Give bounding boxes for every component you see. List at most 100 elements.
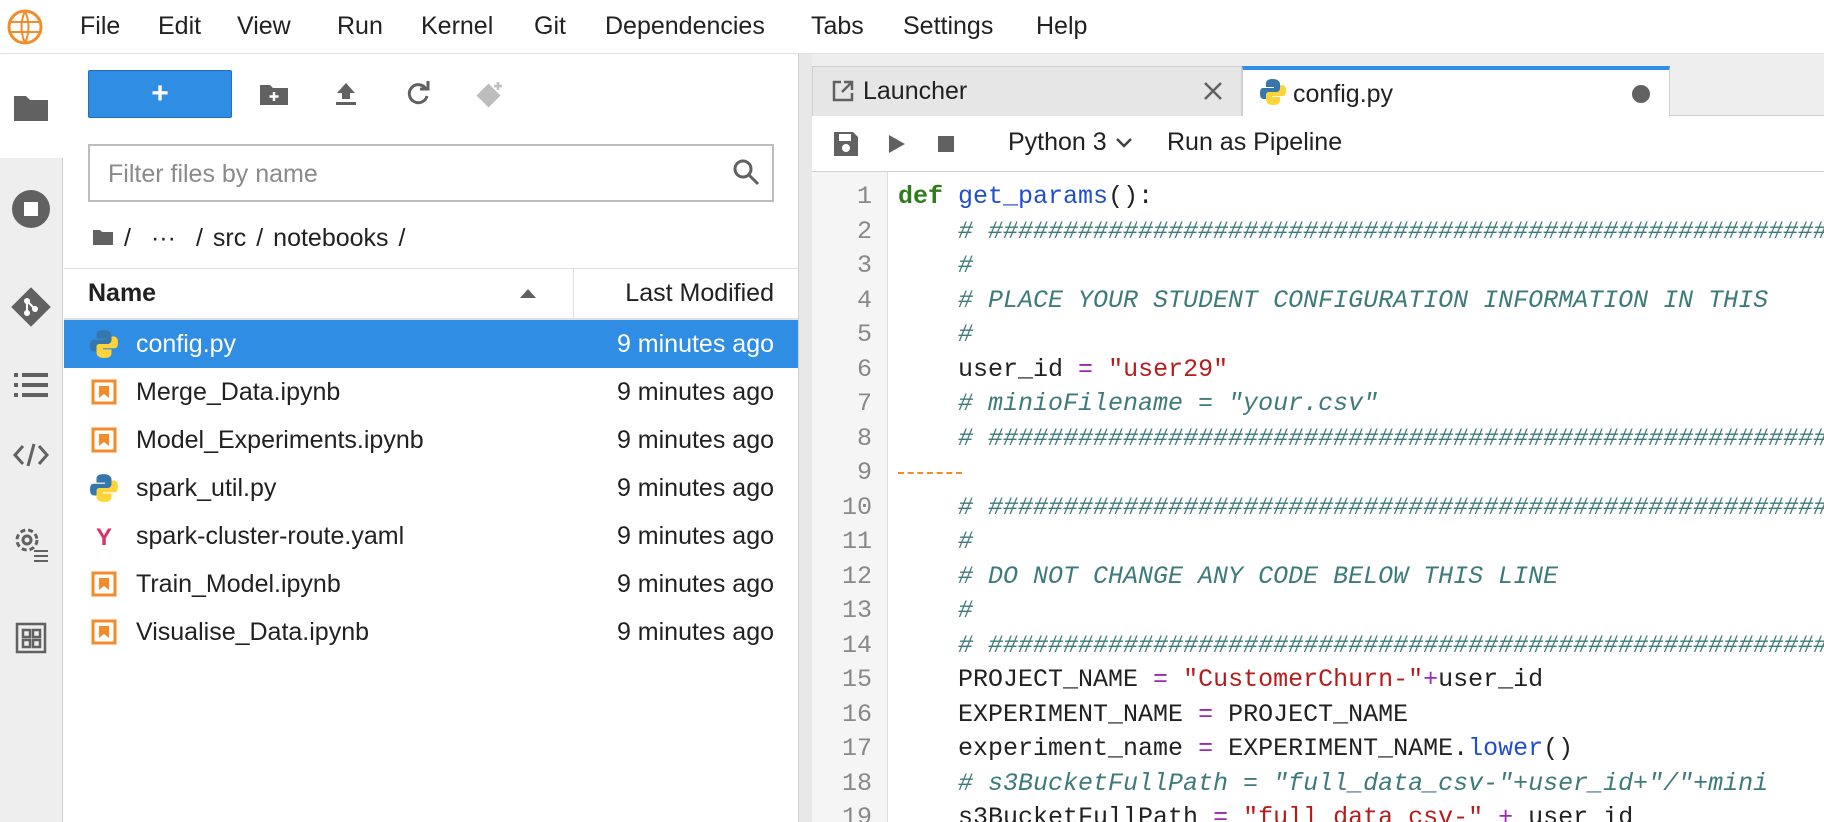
menu-dependencies[interactable]: Dependencies <box>605 12 765 41</box>
menu-file[interactable]: File <box>80 12 120 41</box>
notebook-file-icon <box>89 425 119 455</box>
code-text: # PLACE YOUR STUDENT CONFIGURATION INFOR… <box>958 285 1769 315</box>
breadcrumb-separator: / <box>398 223 406 252</box>
column-divider <box>573 269 574 319</box>
yaml-file-icon: Y <box>89 521 119 551</box>
new-launcher-button[interactable]: + <box>88 70 232 118</box>
unsaved-dot-icon[interactable] <box>1629 82 1653 106</box>
kernel-select[interactable]: Python 3 <box>1008 128 1133 157</box>
line-number: 6 <box>856 354 872 384</box>
python-file-icon <box>89 473 119 503</box>
plus-icon: + <box>151 77 169 110</box>
file-row[interactable]: Model_Experiments.ipynb 9 minutes ago <box>64 416 798 464</box>
code-line: 9 <box>812 456 1824 490</box>
activity-bar <box>0 54 63 822</box>
line-number: 17 <box>841 734 872 763</box>
line-number: 14 <box>841 630 872 660</box>
refresh-icon <box>407 81 430 105</box>
line-number: 8 <box>856 423 872 453</box>
file-name: Merge_Data.ipynb <box>136 378 341 406</box>
code-line: 11 # <box>812 525 1824 559</box>
code-line: 13 # <box>812 594 1824 628</box>
line-number: 1 <box>856 182 872 211</box>
run-as-pipeline-button[interactable]: Run as Pipeline <box>1167 128 1342 157</box>
code-line: 2 # ####################################… <box>812 215 1824 249</box>
column-name-header[interactable]: Name <box>88 279 156 308</box>
folder-icon[interactable] <box>10 86 52 128</box>
new-folder-button[interactable] <box>256 76 292 112</box>
file-row[interactable]: Merge_Data.ipynb 9 minutes ago <box>64 368 798 416</box>
stop-button[interactable] <box>932 130 960 158</box>
refresh-button[interactable] <box>400 76 436 112</box>
code-text: PROJECT_NAME = "CustomerChurn-"+user_id <box>898 665 1544 694</box>
code-snippets-icon[interactable] <box>10 434 52 476</box>
menu-bar: File Edit View Run Kernel Git Dependenci… <box>0 0 1824 54</box>
menu-view[interactable]: View <box>237 12 291 41</box>
breadcrumb: / ··· / src / notebooks / <box>92 218 406 258</box>
tab-config-py[interactable]: config.py <box>1242 66 1670 117</box>
file-name: spark-cluster-route.yaml <box>136 522 405 550</box>
breadcrumb-ellipsis[interactable]: ··· <box>151 224 176 253</box>
breadcrumb-src[interactable]: src <box>213 224 246 253</box>
upload-icon <box>336 83 356 105</box>
line-number: 10 <box>841 492 872 522</box>
fold-marker <box>898 472 962 474</box>
close-icon[interactable] <box>1201 79 1225 103</box>
file-row[interactable]: Train_Model.ipynb 9 minutes ago <box>64 560 798 608</box>
tab-launcher-label: Launcher <box>863 77 968 105</box>
file-filter-field[interactable] <box>88 144 774 202</box>
new-folder-icon <box>260 85 288 105</box>
code-text: experiment_name = EXPERIMENT_NAME.lower(… <box>898 734 1574 763</box>
menu-run[interactable]: Run <box>337 12 383 41</box>
file-name: spark_util.py <box>136 474 277 502</box>
run-button[interactable] <box>882 130 910 158</box>
code-line: 12 # DO NOT CHANGE ANY CODE BELOW THIS L… <box>812 560 1824 594</box>
component-catalog-icon[interactable] <box>10 617 52 659</box>
code-line: 6 user_id = "user29" <box>812 353 1824 387</box>
kernel-name: Python 3 <box>1008 128 1107 156</box>
code-line: 7 # minioFilename = "your.csv" <box>812 387 1824 421</box>
python-file-icon <box>1259 78 1287 106</box>
code-editor[interactable]: 1 def get_params(): 2 # ##################… <box>812 172 1824 822</box>
git-icon[interactable] <box>10 286 52 328</box>
file-row[interactable]: Yspark-cluster-route.yaml 9 minutes ago <box>64 512 798 560</box>
file-browser: + / ··· / src / notebooks / Name Last Mo… <box>64 54 798 822</box>
toc-icon[interactable] <box>10 364 52 406</box>
sort-ascending-icon <box>520 289 536 298</box>
breadcrumb-root[interactable]: / <box>124 224 131 253</box>
menu-help[interactable]: Help <box>1036 12 1087 41</box>
code-line: 15 PROJECT_NAME = "CustomerChurn-"+user_… <box>812 663 1824 697</box>
panel-splitter[interactable] <box>798 54 812 822</box>
menu-git[interactable]: Git <box>534 12 566 41</box>
file-list-header: Name Last Modified <box>64 268 798 320</box>
home-folder-icon[interactable] <box>92 224 114 253</box>
file-row[interactable]: config.py 9 minutes ago <box>64 320 798 368</box>
filter-input[interactable] <box>106 154 710 194</box>
menu-tabs[interactable]: Tabs <box>811 12 864 41</box>
runtimes-icon[interactable] <box>10 523 52 565</box>
file-row[interactable]: Visualise_Data.ipynb 9 minutes ago <box>64 608 798 656</box>
editor-toolbar: Python 3 Run as Pipeline <box>812 116 1824 172</box>
file-row[interactable]: spark_util.py 9 minutes ago <box>64 464 798 512</box>
code-text: def get_params(): <box>898 182 1154 211</box>
line-number: 5 <box>856 320 872 349</box>
stop-icon <box>938 136 954 152</box>
upload-button[interactable] <box>328 76 364 112</box>
column-modified-header[interactable]: Last Modified <box>625 279 774 308</box>
breadcrumb-notebooks[interactable]: notebooks <box>273 224 388 253</box>
file-name: config.py <box>136 330 237 358</box>
code-line: 19 s3BucketFullPath = "full_data_csv-" +… <box>812 801 1824 822</box>
code-text: EXPERIMENT_NAME = PROJECT_NAME <box>898 699 1409 729</box>
save-button[interactable] <box>832 130 860 158</box>
launcher-icon <box>829 77 857 105</box>
file-modified: 9 minutes ago <box>616 378 774 406</box>
menu-settings[interactable]: Settings <box>903 12 993 41</box>
notebook-file-icon <box>89 617 119 647</box>
git-clone-button[interactable] <box>472 76 508 112</box>
menu-edit[interactable]: Edit <box>158 12 201 41</box>
code-line: 10 # ###################################… <box>812 491 1824 525</box>
running-icon[interactable] <box>10 188 52 230</box>
menu-kernel[interactable]: Kernel <box>421 12 493 41</box>
tab-launcher[interactable]: Launcher <box>812 66 1242 116</box>
main-area: Launcher config.py Python 3 Run as Pipel… <box>812 54 1824 822</box>
